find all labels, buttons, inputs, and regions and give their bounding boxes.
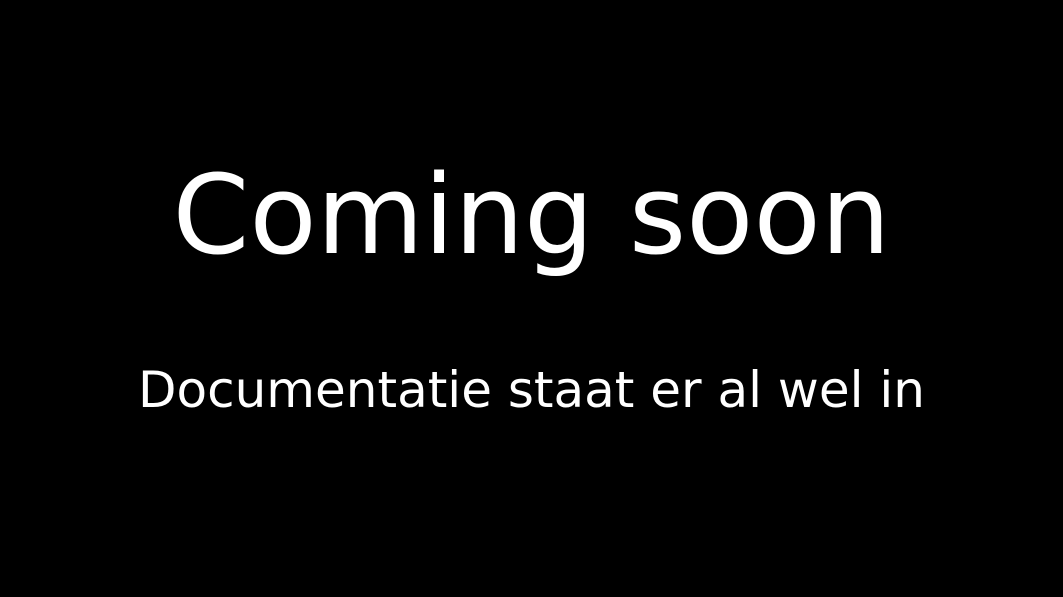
coming-soon-page: Coming soon Documentatie staat er al wel… [0, 0, 1063, 597]
page-subtitle: Documentatie staat er al wel in [138, 361, 925, 419]
page-title: Coming soon [172, 151, 891, 279]
